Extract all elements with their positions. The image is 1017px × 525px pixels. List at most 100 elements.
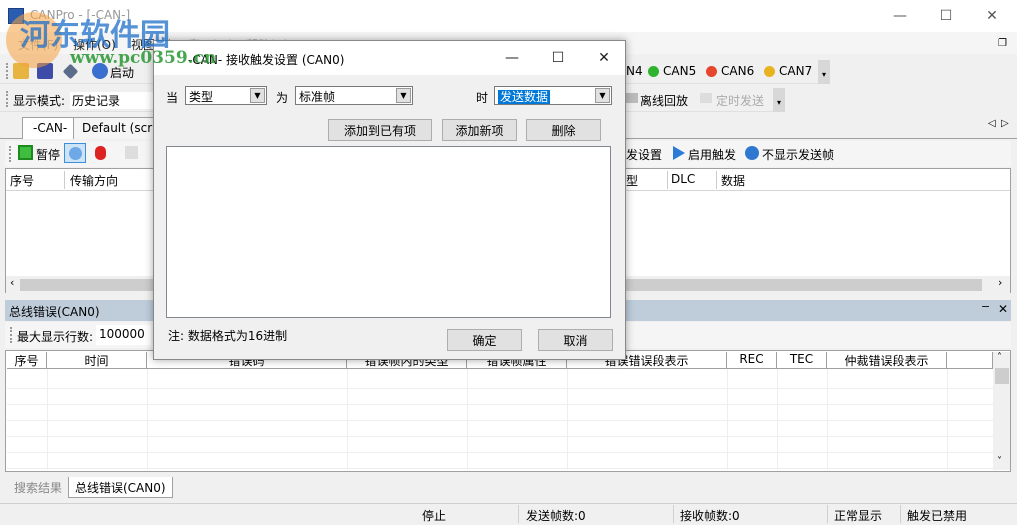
minimize-button[interactable]: — xyxy=(877,0,923,32)
dropdown-arrow-icon[interactable]: ▼ xyxy=(250,88,265,103)
trigger-list[interactable] xyxy=(166,146,611,318)
ok-button[interactable]: 确定 xyxy=(447,329,522,351)
globe-icon xyxy=(68,147,82,160)
err-col-time[interactable]: 时间 xyxy=(47,352,147,369)
grid-row-line xyxy=(7,468,993,469)
tab-bus-error[interactable]: 总线错误(CAN0) xyxy=(68,477,173,498)
status-separator xyxy=(673,505,674,523)
tab-search-results[interactable]: 搜索结果 xyxy=(8,477,68,498)
col-separator xyxy=(667,171,668,189)
grid-col-line xyxy=(567,369,568,470)
err-col-tec[interactable]: TEC xyxy=(777,352,827,369)
tab-prev-icon[interactable]: ◁ xyxy=(988,118,996,129)
err-col-extra[interactable] xyxy=(947,352,993,369)
channel-can4-label: N4 xyxy=(626,64,643,78)
hide-sent-button[interactable]: 不显示发送帧 xyxy=(762,146,834,163)
copy-icon[interactable] xyxy=(125,146,138,159)
col-index[interactable]: 序号 xyxy=(10,172,34,189)
dialog-close-button[interactable]: ✕ xyxy=(581,43,627,73)
field-select[interactable]: 类型 ▼ xyxy=(185,86,267,105)
channel-can7[interactable]: CAN7 xyxy=(779,64,812,78)
error-panel-title: 总线错误(CAN0) xyxy=(9,305,100,319)
scroll-down-icon[interactable]: ˅ xyxy=(997,456,1002,467)
channel-can6[interactable]: CAN6 xyxy=(721,64,754,78)
trigger-settings-button[interactable]: 发设置 xyxy=(626,146,662,163)
col-type[interactable]: 型 xyxy=(626,172,638,189)
display-mode-label: 显示模式: xyxy=(13,94,66,108)
status-display: 正常显示 xyxy=(834,509,883,523)
grid-col-line xyxy=(347,369,348,470)
enable-trigger-button[interactable]: 启用触发 xyxy=(688,146,736,163)
scroll-right-icon[interactable]: › xyxy=(998,276,1002,289)
tab-can[interactable]: -CAN- xyxy=(22,117,77,139)
toolbar-grip[interactable] xyxy=(9,146,12,162)
add-to-existing-button[interactable]: 添加到已有项 xyxy=(328,119,432,141)
panel-close-icon[interactable]: ✕ xyxy=(998,302,1008,316)
grid-row-line xyxy=(7,388,993,389)
toolbar-grip[interactable] xyxy=(6,91,9,107)
enable-trigger-icon xyxy=(673,146,685,160)
can7-status-led xyxy=(764,66,775,77)
grid-col-line xyxy=(467,369,468,470)
field-select-value: 类型 xyxy=(189,90,214,104)
col-dlc[interactable]: DLC xyxy=(671,172,695,186)
dropdown-arrow-icon[interactable]: ▼ xyxy=(396,88,411,103)
timed-send-button[interactable]: 定时发送 xyxy=(716,92,764,109)
status-trigger: 触发已禁用 xyxy=(907,509,968,523)
grid-row-line xyxy=(7,436,993,437)
dialog-maximize-button[interactable]: ☐ xyxy=(535,43,581,73)
status-separator xyxy=(827,505,828,523)
scroll-up-icon[interactable]: ˄ xyxy=(997,352,1002,363)
delete-button[interactable]: 删除 xyxy=(526,119,601,141)
watermark-url: www.pc0359.cn xyxy=(70,48,217,68)
action-select[interactable]: 发送数据 ▼ xyxy=(494,86,612,105)
grid-col-line xyxy=(727,369,728,470)
can5-status-led xyxy=(648,66,659,77)
when-label: 当 xyxy=(166,91,179,105)
add-new-button[interactable]: 添加新项 xyxy=(442,119,517,141)
grid-col-line xyxy=(147,369,148,470)
tab-next-icon[interactable]: ▷ xyxy=(1001,118,1009,129)
grid-col-line xyxy=(827,369,828,470)
pause-icon[interactable] xyxy=(18,145,33,160)
status-sent: 发送帧数:0 xyxy=(526,509,586,523)
hide-sent-icon xyxy=(745,146,759,160)
col-separator xyxy=(64,171,65,189)
status-state: 停止 xyxy=(422,509,447,523)
maximize-button[interactable]: ☐ xyxy=(923,0,969,32)
action-select-value: 发送数据 xyxy=(498,90,551,104)
max-rows-input[interactable]: 100000 xyxy=(96,325,151,345)
toolbar-grip[interactable] xyxy=(10,327,13,343)
frame-type-select[interactable]: 标准帧 ▼ xyxy=(295,86,413,105)
scroll-left-icon[interactable]: ‹ xyxy=(10,276,14,289)
toolbar-overflow-button[interactable]: ▾ xyxy=(773,88,785,112)
toolbar-grip[interactable] xyxy=(6,63,9,79)
col-separator xyxy=(716,171,717,189)
col-direction[interactable]: 传输方向 xyxy=(70,172,118,189)
restore-icon[interactable]: ❐ xyxy=(998,38,1007,49)
timed-send-icon xyxy=(700,93,712,103)
status-separator xyxy=(900,505,901,523)
dropdown-arrow-icon[interactable]: ▼ xyxy=(595,88,610,103)
playback-icon xyxy=(626,93,638,103)
cancel-button[interactable]: 取消 xyxy=(538,329,613,351)
toolbar-overflow-button[interactable]: ▾ xyxy=(818,60,830,84)
pin-icon[interactable]: Ⲻ xyxy=(982,302,989,317)
close-button[interactable]: ✕ xyxy=(969,0,1015,32)
err-col-arbitration[interactable]: 仲裁错误段表示 xyxy=(827,352,947,369)
offline-playback-button[interactable]: 离线回放 xyxy=(640,92,688,109)
scrollbar-thumb[interactable] xyxy=(995,368,1009,384)
frame-type-value: 标准帧 xyxy=(299,90,336,104)
autoscroll-toggle[interactable] xyxy=(64,143,86,163)
record-icon[interactable] xyxy=(95,146,106,160)
format-note: 注: 数据格式为16进制 xyxy=(168,329,288,343)
col-data[interactable]: 数据 xyxy=(721,172,745,189)
status-separator xyxy=(518,505,519,523)
err-col-rec[interactable]: REC xyxy=(727,352,777,369)
pause-button[interactable]: 暂停 xyxy=(36,146,60,163)
err-col-index[interactable]: 序号 xyxy=(7,352,47,369)
channel-can5[interactable]: CAN5 xyxy=(663,64,696,78)
dialog-minimize-button[interactable]: — xyxy=(489,43,535,73)
max-rows-label: 最大显示行数: xyxy=(17,330,94,344)
display-mode-select[interactable]: 历史记录 xyxy=(70,92,155,109)
